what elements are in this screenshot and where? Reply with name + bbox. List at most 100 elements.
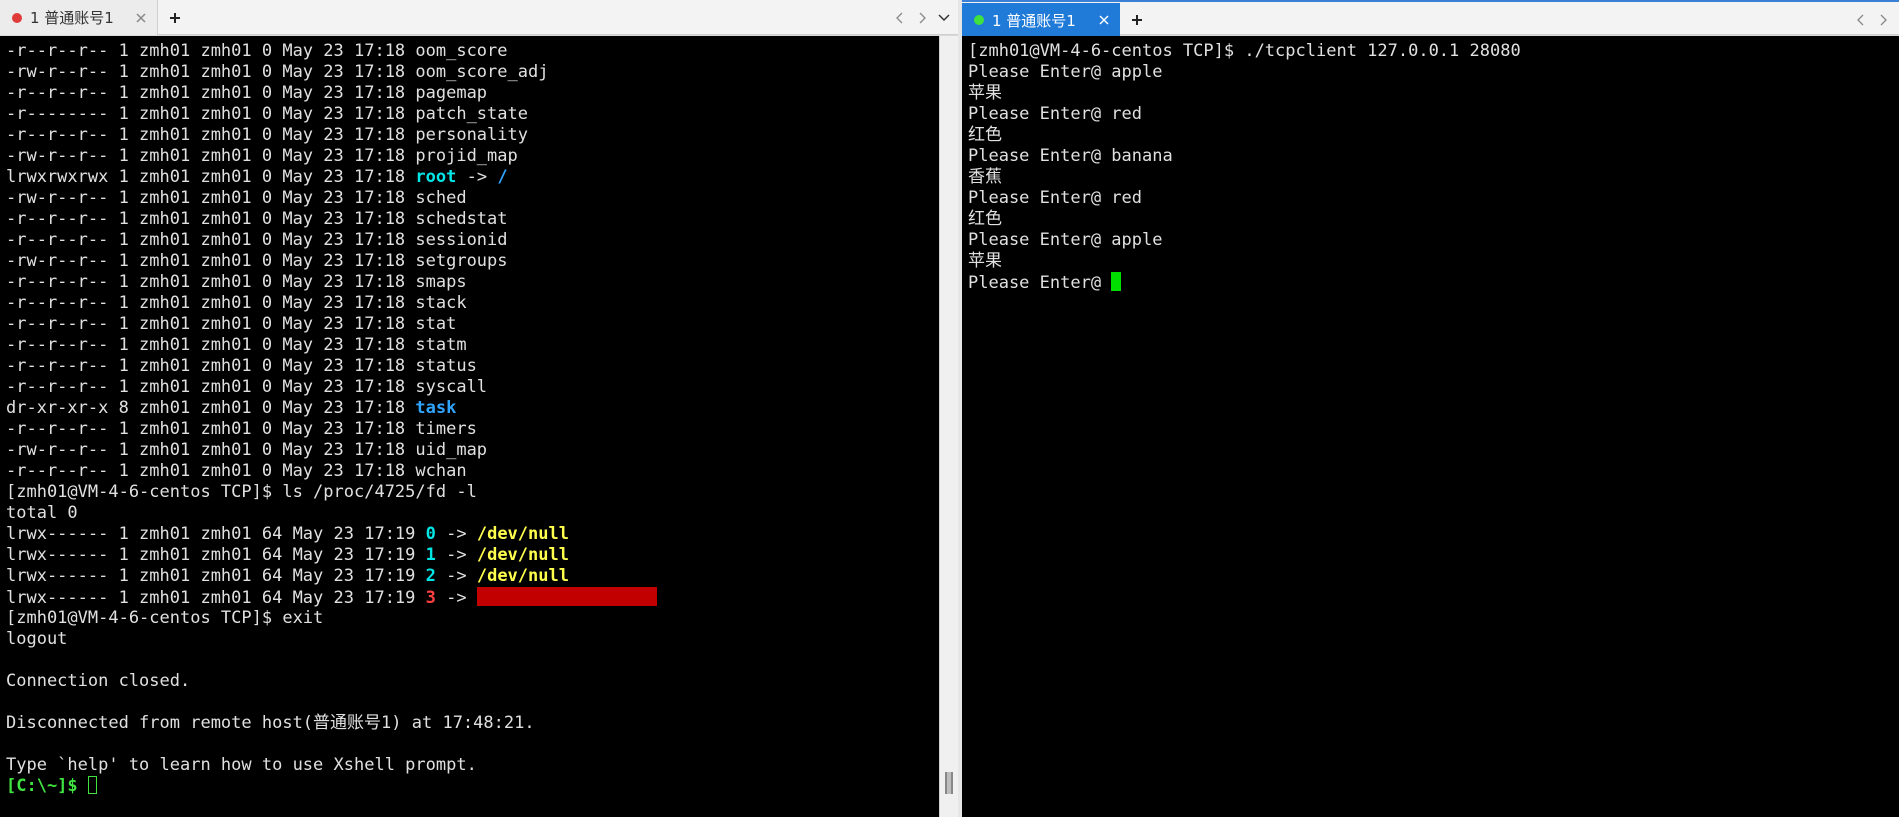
terminal-text: 红色 [968, 125, 1002, 145]
terminal-text: dr-xr-xr-x 8 zmh01 zmh01 0 May 23 17:18 [6, 398, 416, 418]
terminal-text: -r--r--r-- 1 zmh01 zmh01 0 May 23 17:18 … [6, 314, 457, 334]
close-icon[interactable] [1096, 12, 1112, 28]
terminal-line: -r--r--r-- 1 zmh01 zmh01 0 May 23 17:18 … [6, 41, 657, 62]
terminal-line: Please Enter@ apple [968, 230, 1521, 251]
terminal-text: lrwx------ 1 zmh01 zmh01 64 May 23 17:19 [6, 524, 426, 544]
terminal-text: -rw-r--r-- 1 zmh01 zmh01 0 May 23 17:18 … [6, 188, 467, 208]
terminal-text: -r--r--r-- 1 zmh01 zmh01 0 May 23 17:18 … [6, 125, 528, 145]
terminal-line: -r--r--r-- 1 zmh01 zmh01 0 May 23 17:18 … [6, 230, 657, 251]
right-tab-navigation [1853, 2, 1891, 37]
terminal-text: 苹果 [968, 83, 1002, 103]
terminal-text: -rw-r--r-- 1 zmh01 zmh01 0 May 23 17:18 … [6, 251, 508, 271]
terminal-line: Please Enter@ [968, 272, 1521, 293]
terminal-line: lrwx------ 1 zmh01 zmh01 64 May 23 17:19… [6, 524, 657, 545]
terminal-text: 苹果 [968, 251, 1002, 271]
terminal-text: Please Enter@ red [968, 188, 1142, 208]
terminal-text: -> [435, 588, 477, 608]
terminal-text: -rw-r--r-- 1 zmh01 zmh01 0 May 23 17:18 … [6, 146, 518, 166]
terminal-line: -r--r--r-- 1 zmh01 zmh01 0 May 23 17:18 … [6, 83, 657, 104]
terminal-text: -> [435, 566, 477, 586]
left-tab-navigation [892, 0, 952, 35]
close-icon[interactable] [133, 10, 149, 26]
terminal-text: [C:\~]$ [6, 776, 88, 796]
terminal-text: logout [6, 629, 68, 649]
terminal-text: task [415, 398, 457, 418]
terminal-line: -r--r--r-- 1 zmh01 zmh01 0 May 23 17:18 … [6, 377, 657, 398]
terminal-text: 香蕉 [968, 167, 1002, 187]
terminal-line: Please Enter@ red [968, 188, 1521, 209]
terminal-line: [zmh01@VM-4-6-centos TCP]$ exit [6, 608, 657, 629]
left-session-tab[interactable]: 1 普通账号1 [0, 0, 158, 35]
terminal-text: total 0 [6, 503, 78, 523]
terminal-text: 红色 [968, 209, 1002, 229]
terminal-text: Please Enter@ apple [968, 230, 1163, 250]
terminal-text: -r--r--r-- 1 zmh01 zmh01 0 May 23 17:18 … [6, 83, 488, 103]
terminal-line: 苹果 [968, 83, 1521, 104]
terminal-text: Disconnected from remote host(普通账号1) at … [6, 713, 535, 733]
terminal-text: 0 [425, 524, 436, 544]
terminal-line: Disconnected from remote host(普通账号1) at … [6, 713, 657, 734]
right-session-tab[interactable]: 1 普通账号1 [962, 3, 1120, 37]
terminal-line: -r--r--r-- 1 zmh01 zmh01 0 May 23 17:18 … [6, 356, 657, 377]
terminal-text: -r--r--r-- 1 zmh01 zmh01 0 May 23 17:18 … [6, 377, 488, 397]
left-terminal-lines: -r--r--r-- 1 zmh01 zmh01 0 May 23 17:18 … [6, 41, 657, 797]
terminal-line: -r--r--r-- 1 zmh01 zmh01 0 May 23 17:18 … [6, 272, 657, 293]
terminal-line: -r--r--r-- 1 zmh01 zmh01 0 May 23 17:18 … [6, 461, 657, 482]
terminal-text: -r--r--r-- 1 zmh01 zmh01 0 May 23 17:18 … [6, 419, 477, 439]
right-tab-label: 1 普通账号1 [992, 11, 1076, 30]
terminal-line: -rw-r--r-- 1 zmh01 zmh01 0 May 23 17:18 … [6, 146, 657, 167]
left-terminal-scrollbar[interactable] [939, 36, 958, 817]
chevron-right-icon[interactable] [1875, 2, 1891, 37]
terminal-cursor [1111, 272, 1122, 291]
terminal-text: [zmh01@VM-4-6-centos TCP]$ ls /proc/4725… [6, 482, 477, 502]
terminal-text: lrwx------ 1 zmh01 zmh01 64 May 23 17:19 [6, 566, 426, 586]
terminal-text: lrwx------ 1 zmh01 zmh01 64 May 23 17:19 [6, 588, 426, 608]
terminal-text: / [497, 167, 508, 187]
terminal-line: 红色 [968, 125, 1521, 146]
plus-icon[interactable] [1122, 2, 1152, 37]
terminal-line: -rw-r--r-- 1 zmh01 zmh01 0 May 23 17:18 … [6, 251, 657, 272]
terminal-line: dr-xr-xr-x 8 zmh01 zmh01 0 May 23 17:18 … [6, 398, 657, 419]
chevron-left-icon[interactable] [892, 0, 908, 35]
terminal-text: [zmh01@VM-4-6-centos TCP]$ ./tcpclient 1… [968, 41, 1521, 61]
terminal-cursor [87, 776, 97, 794]
session-status-dot [974, 15, 984, 25]
terminal-text: -rw-r--r-- 1 zmh01 zmh01 0 May 23 17:18 … [6, 440, 488, 460]
chevron-down-icon[interactable] [936, 0, 952, 35]
terminal-text: -r--r--r-- 1 zmh01 zmh01 0 May 23 17:18 … [6, 272, 467, 292]
terminal-text: /dev/null [476, 545, 569, 565]
terminal-line: Connection closed. [6, 671, 657, 692]
terminal-line: 香蕉 [968, 167, 1521, 188]
terminal-line: Please Enter@ apple [968, 62, 1521, 83]
scrollbar-thumb[interactable] [945, 772, 953, 794]
terminal-text: -> [435, 524, 477, 544]
chevron-right-icon[interactable] [914, 0, 930, 35]
terminal-text: 1 [425, 545, 436, 565]
terminal-line: Please Enter@ red [968, 104, 1521, 125]
terminal-line: 苹果 [968, 251, 1521, 272]
terminal-text: lrwx------ 1 zmh01 zmh01 64 May 23 17:19 [6, 545, 426, 565]
plus-icon[interactable] [160, 0, 190, 35]
terminal-text: -r--r--r-- 1 zmh01 zmh01 0 May 23 17:18 … [6, 461, 467, 481]
terminal-line: Please Enter@ banana [968, 146, 1521, 167]
left-session-pane: 1 普通账号1 -r--r--r-- 1 zmh01 zmh01 0 May 2… [0, 0, 958, 817]
terminal-line: -r--r--r-- 1 zmh01 zmh01 0 May 23 17:18 … [6, 125, 657, 146]
chevron-left-icon[interactable] [1853, 2, 1869, 37]
terminal-line: [zmh01@VM-4-6-centos TCP]$ ./tcpclient 1… [968, 41, 1521, 62]
terminal-line: [zmh01@VM-4-6-centos TCP]$ ls /proc/4725… [6, 482, 657, 503]
terminal-text: [zmh01@VM-4-6-centos TCP]$ exit [6, 608, 324, 628]
terminal-line: Type `help' to learn how to use Xshell p… [6, 755, 657, 776]
terminal-line: 红色 [968, 209, 1521, 230]
terminal-line: -rw-r--r-- 1 zmh01 zmh01 0 May 23 17:18 … [6, 440, 657, 461]
terminal-line: logout [6, 629, 657, 650]
right-tab-bar: 1 普通账号1 [962, 0, 1899, 37]
terminal-text: /dev/null [476, 566, 569, 586]
left-terminal-output[interactable]: -r--r--r-- 1 zmh01 zmh01 0 May 23 17:18 … [0, 36, 939, 817]
terminal-text: -rw-r--r-- 1 zmh01 zmh01 0 May 23 17:18 … [6, 62, 549, 82]
terminal-line: -rw-r--r-- 1 zmh01 zmh01 0 May 23 17:18 … [6, 62, 657, 83]
right-terminal-lines: [zmh01@VM-4-6-centos TCP]$ ./tcpclient 1… [968, 41, 1521, 293]
terminal-line: -rw-r--r-- 1 zmh01 zmh01 0 May 23 17:18 … [6, 188, 657, 209]
right-terminal-output[interactable]: [zmh01@VM-4-6-centos TCP]$ ./tcpclient 1… [962, 36, 1899, 817]
terminal-text: -> [435, 545, 477, 565]
